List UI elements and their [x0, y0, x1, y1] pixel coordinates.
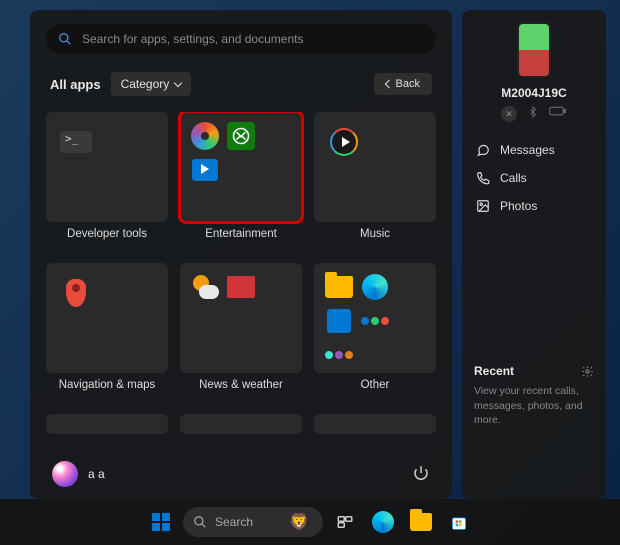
recent-text: View your recent calls, messages, photos…: [474, 384, 594, 427]
user-name[interactable]: a a: [88, 467, 105, 481]
battery-icon[interactable]: [549, 106, 567, 122]
task-view-icon: [336, 513, 354, 531]
message-icon: [476, 143, 490, 157]
category-label: Music: [314, 228, 436, 240]
taskbar-edge[interactable]: [367, 506, 399, 538]
start-menu-panel: Search for apps, settings, and documents…: [30, 10, 452, 499]
weather-icon: [189, 271, 221, 303]
sort-category-button[interactable]: Category: [111, 72, 192, 96]
phone-link-panel: M2004J19C ✕ Messages Calls Photos Recent: [462, 10, 606, 499]
start-button[interactable]: [145, 506, 177, 538]
taskbar-task-view[interactable]: [329, 506, 361, 538]
category-label: News & weather: [180, 379, 302, 391]
news-icon: [225, 271, 257, 303]
device-status-row: ✕: [474, 106, 594, 122]
app-multi-icon: [359, 305, 391, 337]
apps-header: All apps Category Back: [46, 72, 436, 96]
windows-logo-icon: [152, 513, 170, 531]
taskbar-explorer[interactable]: [405, 506, 437, 538]
search-icon: [193, 515, 207, 529]
media-player-icon: [328, 126, 360, 158]
category-developer-tools[interactable]: Developer tools: [46, 112, 168, 251]
side-item-label: Calls: [500, 171, 527, 185]
recent-header: Recent: [474, 364, 514, 378]
category-other[interactable]: Other: [314, 263, 436, 402]
taskbar-store[interactable]: [443, 506, 475, 538]
category-label: Category: [121, 77, 170, 91]
bluetooth-icon[interactable]: [527, 106, 539, 122]
paint-icon: [189, 120, 221, 152]
category-grid: Developer tools Entertainment Music: [46, 112, 436, 445]
taskbar-search-label: Search: [215, 515, 253, 529]
phone-messages[interactable]: Messages: [474, 136, 594, 164]
store-icon: [449, 512, 469, 532]
search-input[interactable]: Search for apps, settings, and documents: [46, 24, 436, 54]
side-item-label: Messages: [500, 143, 555, 157]
chevron-down-icon: [174, 78, 182, 86]
category-label: Developer tools: [46, 228, 168, 240]
edge-icon: [359, 271, 391, 303]
phone-photos[interactable]: Photos: [474, 192, 594, 220]
category-partial[interactable]: [314, 414, 436, 445]
folder-icon: [410, 513, 432, 531]
category-music[interactable]: Music: [314, 112, 436, 251]
app-dots-icon: [323, 339, 355, 371]
category-navigation-maps[interactable]: Navigation & maps: [46, 263, 168, 402]
phone-icon: [476, 171, 490, 185]
photos-icon: [476, 199, 490, 213]
user-row: a a: [46, 451, 436, 499]
maps-pin-icon: [60, 277, 92, 309]
xbox-icon: [225, 120, 257, 152]
back-button[interactable]: Back: [374, 73, 432, 95]
taskbar: Search 🦁: [0, 499, 620, 545]
power-button[interactable]: [412, 464, 430, 485]
category-partial[interactable]: [46, 414, 168, 445]
back-label: Back: [396, 78, 420, 90]
all-apps-label: All apps: [50, 77, 101, 92]
device-thumbnail[interactable]: [517, 22, 551, 78]
category-label: Other: [314, 379, 436, 391]
phone-calls[interactable]: Calls: [474, 164, 594, 192]
explorer-icon: [323, 271, 355, 303]
taskbar-search[interactable]: Search 🦁: [183, 507, 323, 537]
dnd-icon[interactable]: ✕: [501, 106, 517, 122]
search-highlight-icon: 🦁: [289, 512, 309, 532]
category-news-weather[interactable]: News & weather: [180, 263, 302, 402]
settings-icon[interactable]: [581, 365, 594, 378]
category-entertainment[interactable]: Entertainment: [180, 112, 302, 251]
app-blue-icon: [323, 305, 355, 337]
search-placeholder: Search for apps, settings, and documents: [82, 32, 303, 46]
search-icon: [58, 32, 72, 46]
terminal-icon: [60, 126, 92, 158]
edge-icon: [372, 511, 394, 533]
category-label: Entertainment: [180, 228, 302, 240]
device-name: M2004J19C: [474, 86, 594, 100]
user-avatar[interactable]: [52, 461, 78, 487]
movies-icon: [189, 154, 221, 186]
category-partial[interactable]: [180, 414, 302, 445]
category-label: Navigation & maps: [46, 379, 168, 391]
side-item-label: Photos: [500, 199, 537, 213]
chevron-left-icon: [384, 80, 392, 88]
